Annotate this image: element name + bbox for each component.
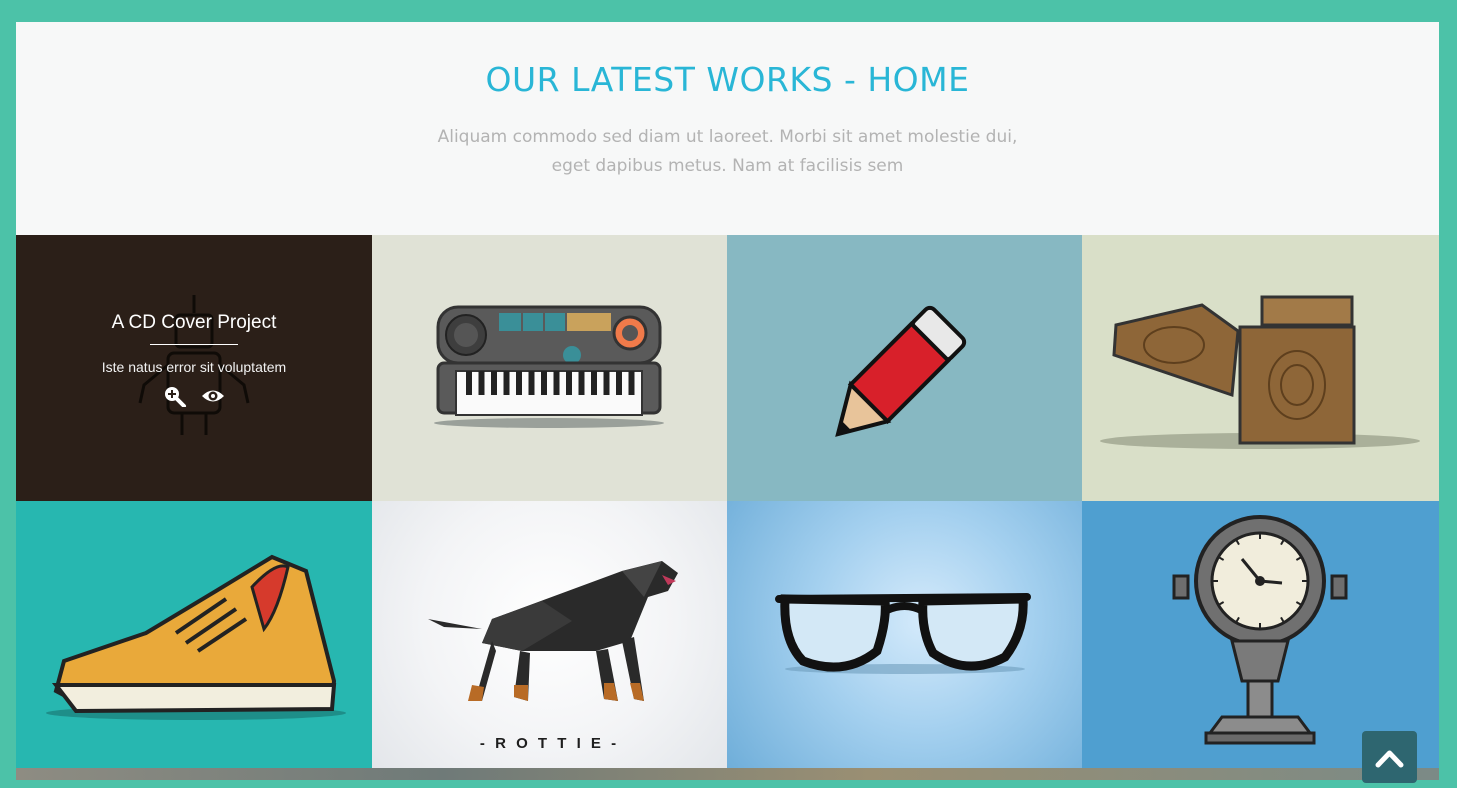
eye-icon[interactable]: [201, 385, 225, 407]
portfolio-item-rottie-dog[interactable]: - R O T T I E -: [372, 501, 727, 768]
synth-keyboard-illustration: [434, 305, 664, 428]
gauge-illustration: [1172, 515, 1348, 745]
synth-black-key: [553, 371, 560, 395]
section-subtitle: Aliquam commodo sed diam ut laoreet. Mor…: [437, 127, 1018, 176]
scroll-to-top-button[interactable]: [1362, 731, 1417, 783]
chevron-up-icon: [1375, 750, 1404, 768]
synth-black-key: [491, 371, 497, 395]
synth-black-key: [591, 371, 597, 395]
portfolio-item-red-pencil[interactable]: [727, 235, 1082, 501]
rottweiler-illustration: [428, 561, 678, 701]
rottie-label: - R O T T I E -: [479, 735, 620, 752]
portfolio-grid: A CD Cover Project Iste natus error sit …: [16, 235, 1439, 768]
portfolio-item-robot-cd-cover[interactable]: A CD Cover Project Iste natus error sit …: [16, 235, 372, 501]
portfolio-section: OUR LATEST WORKS - HOME Aliquam commodo …: [16, 22, 1439, 780]
glasses-illustration: [775, 593, 1031, 674]
item-hover-overlay: A CD Cover Project Iste natus error sit …: [16, 235, 372, 501]
next-section-image-strip: [16, 768, 1439, 780]
synth-black-key: [578, 371, 585, 395]
pencil-illustration: [835, 305, 967, 437]
portfolio-item-black-glasses[interactable]: [727, 501, 1082, 768]
section-header: OUR LATEST WORKS - HOME Aliquam commodo …: [16, 22, 1439, 235]
lighter-illustration: [1100, 295, 1420, 449]
synth-black-key: [466, 371, 472, 395]
zoom-in-icon[interactable]: [163, 385, 187, 408]
item-description: Iste natus error sit voluptatem: [101, 359, 287, 375]
synth-black-key: [478, 371, 485, 395]
portfolio-item-keyboard-synth[interactable]: [372, 235, 727, 501]
synth-black-key: [603, 371, 610, 395]
portfolio-item-yellow-sneaker[interactable]: [16, 501, 372, 768]
synth-black-key: [616, 371, 622, 395]
synth-black-key: [628, 371, 635, 395]
portfolio-item-wooden-lighter[interactable]: [1082, 235, 1439, 501]
sneaker-illustration: [46, 554, 346, 720]
synth-black-key: [566, 371, 572, 395]
title-divider: [150, 344, 238, 345]
section-title: OUR LATEST WORKS - HOME: [485, 60, 970, 99]
synth-black-key: [516, 371, 522, 395]
item-title: A CD Cover Project: [111, 312, 277, 333]
portfolio-item-pressure-gauge[interactable]: [1082, 501, 1439, 768]
synth-black-key: [528, 371, 535, 395]
synth-black-key: [541, 371, 547, 395]
synth-black-key: [503, 371, 510, 395]
